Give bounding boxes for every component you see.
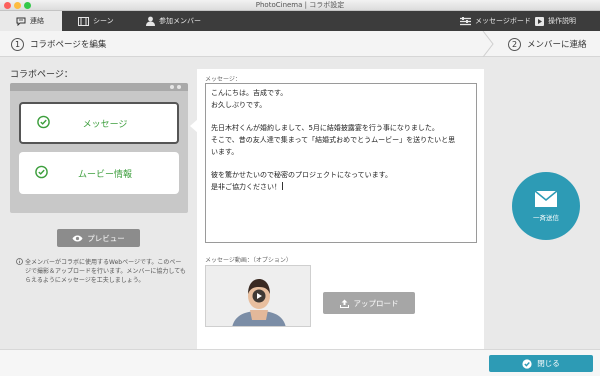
chat-icon [16,17,26,26]
close-button[interactable]: 閉じる [489,355,593,372]
tab-bar: 連絡 シーン 参加メンバー メッセージボード 操作説明 [0,11,600,31]
message-line: います。 [211,147,239,156]
board-icon [460,16,471,26]
manual-label: 操作説明 [548,17,576,25]
message-line [211,158,471,170]
eye-icon [72,235,83,241]
step-number: 1 [11,37,24,51]
message-line: こんにちは。吉成です。 [211,89,288,97]
video-thumbnail[interactable] [205,265,311,327]
step-label: メンバーに連絡 [527,40,587,50]
text-caret [282,181,283,190]
tab-members[interactable]: 参加メンバー [146,11,201,31]
card-label: メッセージ [82,119,128,130]
close-label: 閉じる [537,359,560,368]
mockup-titlebar [10,83,188,91]
step-number: 2 [508,37,521,51]
check-circle-icon [522,358,532,369]
play-icon [535,16,544,26]
mockup-dot [177,85,181,89]
tab-scene[interactable]: シーン [78,11,114,31]
manual-button[interactable]: 操作説明 [535,11,576,31]
message-line: そこで、昔の友人達で集まって「結婚式おめでとうムービー」を送りたいと思 [211,135,456,144]
preview-button[interactable]: プレビュー [57,229,140,247]
tab-label: 参加メンバー [159,17,201,25]
message-textarea[interactable]: こんにちは。吉成です。 お久しぶりです。 先日木村くんが婚約しまして、5月に結婚… [205,83,477,243]
message-line [211,111,471,123]
upload-icon [339,299,349,308]
preview-label: プレビュー [87,233,125,243]
mockup-dot [170,85,174,89]
message-board-label: メッセージボード [475,17,531,25]
send-all-button[interactable]: 一斉送信 [512,172,580,240]
tab-label: シーン [93,17,114,25]
upload-button[interactable]: アップロード [323,292,415,314]
envelope-icon [535,190,557,207]
step-edit-page[interactable]: 1 コラボページを編集 [11,31,106,57]
message-line: 是非ご協力ください！ [211,182,281,191]
card-label: ムービー情報 [77,169,132,180]
film-icon [78,16,89,26]
step-label: コラボページを編集 [30,40,107,50]
note-text: 全メンバーがコラボに使用するWebページです。このページで撮影＆アップロードを行… [25,259,186,284]
card-message[interactable]: メッセージ [19,102,179,144]
collab-page-note: 全メンバーがコラボに使用するWebページです。このページで撮影＆アップロードを行… [16,258,186,285]
message-board-button[interactable]: メッセージボード [460,11,531,31]
message-line: 先日木村くんが婚約しまして、5月に結婚披露宴を行う事になりました。 [211,124,439,133]
info-icon [16,258,23,265]
tab-label: 連絡 [30,17,44,25]
tab-contact[interactable]: 連絡 [0,11,62,31]
card-movie-info[interactable]: ムービー情報 [19,152,179,194]
message-line: 彼を驚かせたいので秘密のプロジェクトになっています。 [211,170,392,179]
message-line: お久しぶりです。 [211,100,267,109]
step-bar: 1 コラボページを編集 2 メンバーに連絡 [0,31,600,57]
window-title: PhotoCinema | コラボ設定 [255,1,345,9]
collab-page-mockup: メッセージ ムービー情報 [10,83,188,213]
title-bar: PhotoCinema | コラボ設定 [0,0,600,11]
step-divider-chevron-icon [482,31,494,57]
video-label: メッセージ動画：（オプション） [205,257,292,264]
person-icon [146,16,155,26]
message-label: メッセージ： [205,76,241,83]
send-all-label: 一斉送信 [533,213,559,222]
step-contact-members[interactable]: 2 メンバーに連絡 [508,31,587,57]
collab-page-title: コラボページ： [10,70,73,80]
upload-label: アップロード [353,298,399,308]
person-video-frame [206,266,310,326]
message-panel: メッセージ： こんにちは。吉成です。 お久しぶりです。 先日木村くんが婚約しまし… [197,69,484,349]
